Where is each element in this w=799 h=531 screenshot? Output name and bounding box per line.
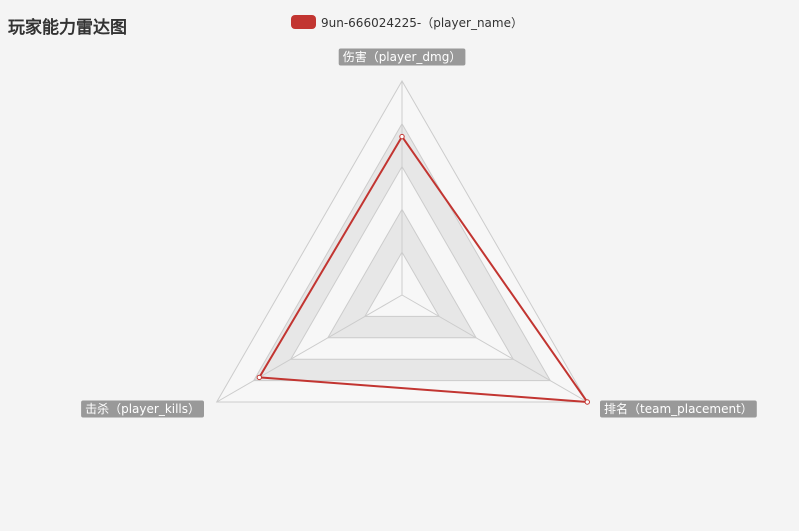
axis-name-text-0: 伤害（player_dmg） [343, 49, 462, 64]
data-point-0-1[interactable] [584, 399, 590, 405]
axis-name-1: 排名（team_placement） [600, 400, 757, 418]
axis-name-text-1: 排名（team_placement） [604, 401, 753, 416]
data-point-0-2[interactable] [256, 374, 262, 381]
radar-chart: 伤害（player_dmg） 排名（team_placement） 击杀（playe… [81, 48, 757, 418]
axis-name-text-2: 击杀（player_kills） [85, 401, 200, 416]
chart-stage: 玩家能力雷达图 9un-666024225-（player_name） 伤害（p… [0, 0, 799, 531]
axis-name-0: 伤害（player_dmg） [338, 48, 466, 66]
axis-name-2: 击杀（player_kills） [81, 400, 204, 418]
data-point-0-0[interactable] [399, 133, 405, 140]
